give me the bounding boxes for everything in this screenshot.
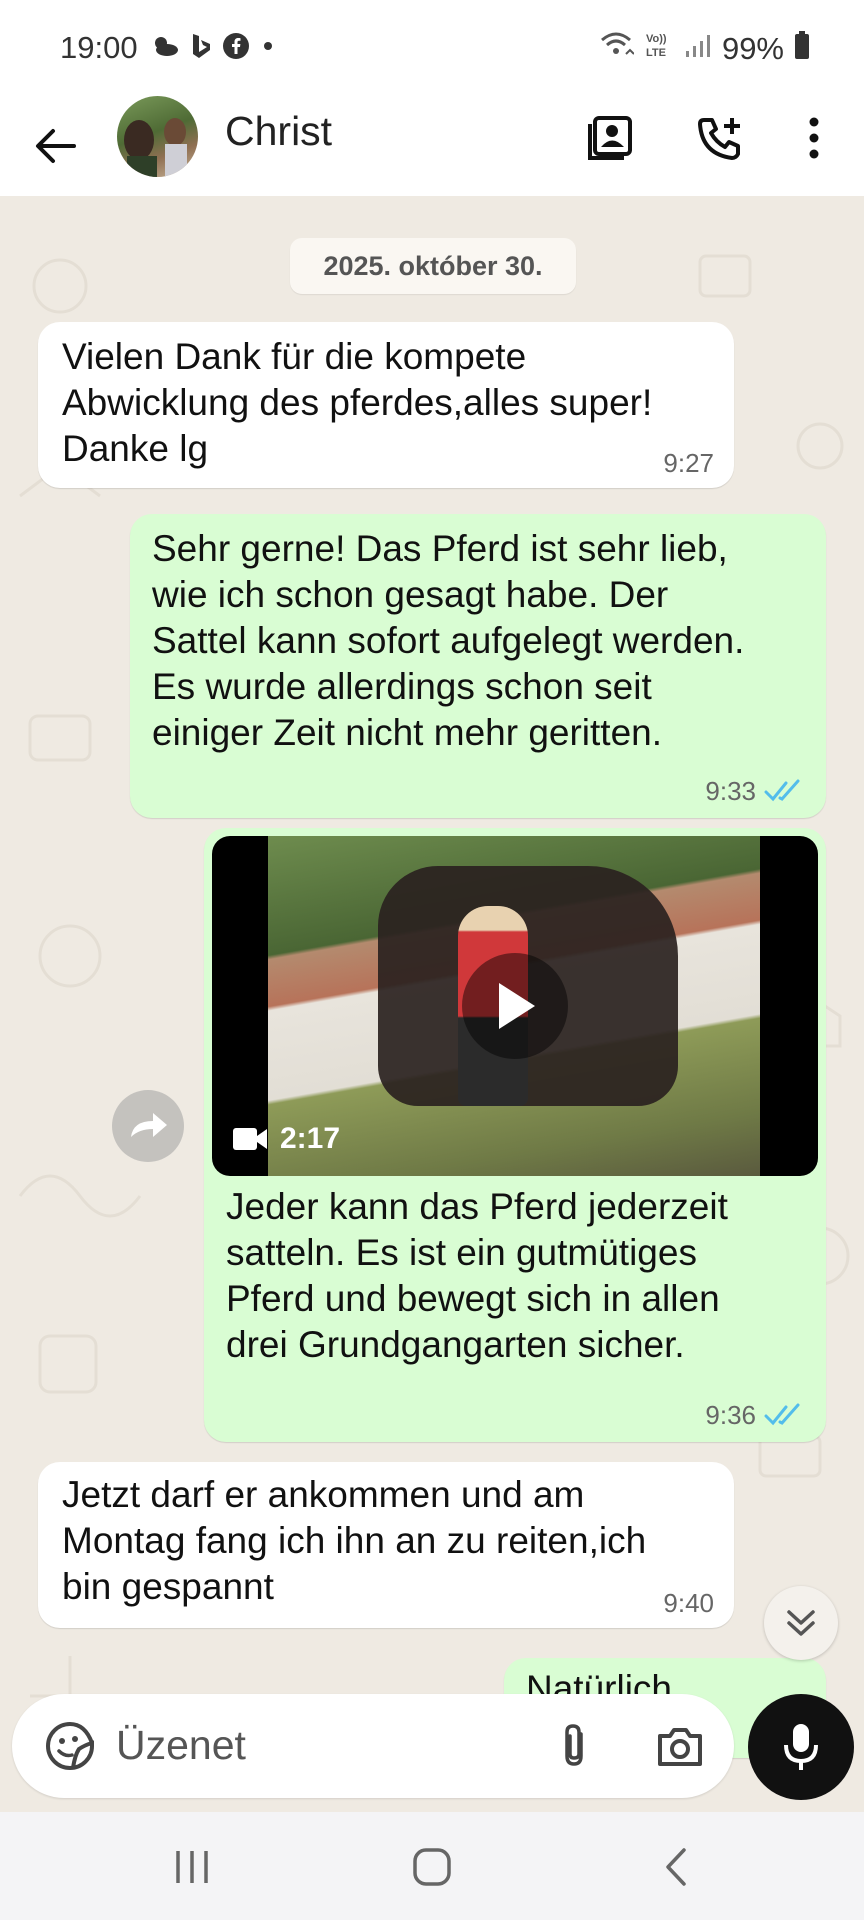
home-icon [413, 1848, 451, 1886]
message-time: 9:27 [663, 448, 714, 478]
more-vert-icon [809, 117, 819, 159]
facebook-icon [222, 32, 250, 60]
message-bubble-incoming[interactable]: Jetzt darf er ankommen und am Montag fan… [38, 1462, 734, 1628]
chat-area[interactable]: 2025. október 30. Vielen Dank für die ko… [0, 196, 864, 1812]
message-input[interactable]: Üzenet [116, 1722, 246, 1769]
sticker-icon [46, 1722, 94, 1770]
status-time: 19:00 [60, 30, 138, 65]
message-caption: Jeder kann das Pferd jederzeit satteln. … [226, 1186, 728, 1365]
add-call-button[interactable] [690, 108, 750, 168]
svg-text:LTE: LTE [646, 47, 666, 59]
contact-card-button[interactable] [580, 108, 640, 168]
battery-icon [794, 30, 810, 68]
contact-avatar[interactable] [117, 96, 198, 177]
wifi-calling-icon [600, 30, 635, 68]
voice-message-button[interactable] [748, 1694, 854, 1800]
system-navigation-bar [0, 1812, 864, 1920]
attach-button[interactable] [544, 1716, 604, 1776]
nav-back-icon [666, 1848, 686, 1886]
video-thumbnail[interactable]: 2:17 [212, 836, 818, 1176]
volte-icon: Vo)) LTE [644, 30, 674, 68]
status-notification-icons [150, 32, 276, 60]
message-time: 9:33 [705, 776, 756, 806]
forward-icon [131, 1113, 167, 1137]
play-button[interactable] [462, 953, 568, 1059]
battery-text: 99% [721, 31, 784, 66]
message-time: 9:40 [663, 1588, 714, 1618]
recent-apps-icon [176, 1851, 208, 1883]
scroll-to-bottom-button[interactable] [764, 1586, 838, 1660]
double-chevron-down-icon [787, 1610, 815, 1636]
video-duration: 2:17 [232, 1122, 340, 1156]
video-duration-text: 2:17 [280, 1122, 341, 1155]
message-bubble-incoming[interactable]: Vielen Dank für die kompete Abwicklung d… [38, 322, 734, 488]
back-button[interactable] [30, 116, 80, 176]
bing-icon [190, 32, 212, 60]
svg-text:Vo)): Vo)) [646, 33, 667, 45]
read-ticks-icon [764, 1403, 800, 1426]
cloud-sun-icon [150, 34, 180, 58]
more-options-button[interactable] [784, 108, 844, 168]
forward-button[interactable] [112, 1090, 184, 1162]
read-ticks-icon [764, 779, 800, 802]
status-right: Vo)) LTE 99% [600, 30, 810, 68]
message-bubble-outgoing[interactable]: Sehr gerne! Das Pferd ist sehr lieb, wie… [130, 514, 826, 818]
dot-icon [260, 38, 276, 54]
chat-header: Christ [0, 96, 864, 196]
avatar-photo [124, 118, 187, 177]
signal-icon [684, 31, 712, 67]
camera-button[interactable] [650, 1716, 710, 1776]
nav-back-button[interactable] [646, 1842, 706, 1892]
microphone-icon [784, 1724, 818, 1770]
contact-card-icon [588, 116, 632, 160]
play-icon [499, 983, 535, 1029]
message-text: Vielen Dank für die kompete Abwicklung d… [62, 336, 653, 469]
date-chip: 2025. október 30. [290, 238, 576, 294]
paperclip-icon [565, 1724, 583, 1766]
camera-icon [658, 1728, 702, 1766]
message-time: 9:36 [705, 1400, 756, 1430]
message-composer[interactable]: Üzenet [12, 1694, 734, 1798]
home-button[interactable] [402, 1842, 462, 1892]
sticker-button[interactable] [40, 1716, 100, 1776]
status-bar: 19:00 Vo)) LTE 99% [0, 0, 864, 96]
message-text: Sehr gerne! Das Pferd ist sehr lieb, wie… [152, 528, 745, 753]
add-call-icon [698, 118, 740, 160]
back-arrow-icon [36, 129, 76, 163]
video-camera-icon [233, 1128, 267, 1150]
message-text: Jetzt darf er ankommen und am Montag fan… [62, 1474, 647, 1607]
contact-name[interactable]: Christ [225, 108, 405, 155]
recent-apps-button[interactable] [162, 1842, 222, 1892]
